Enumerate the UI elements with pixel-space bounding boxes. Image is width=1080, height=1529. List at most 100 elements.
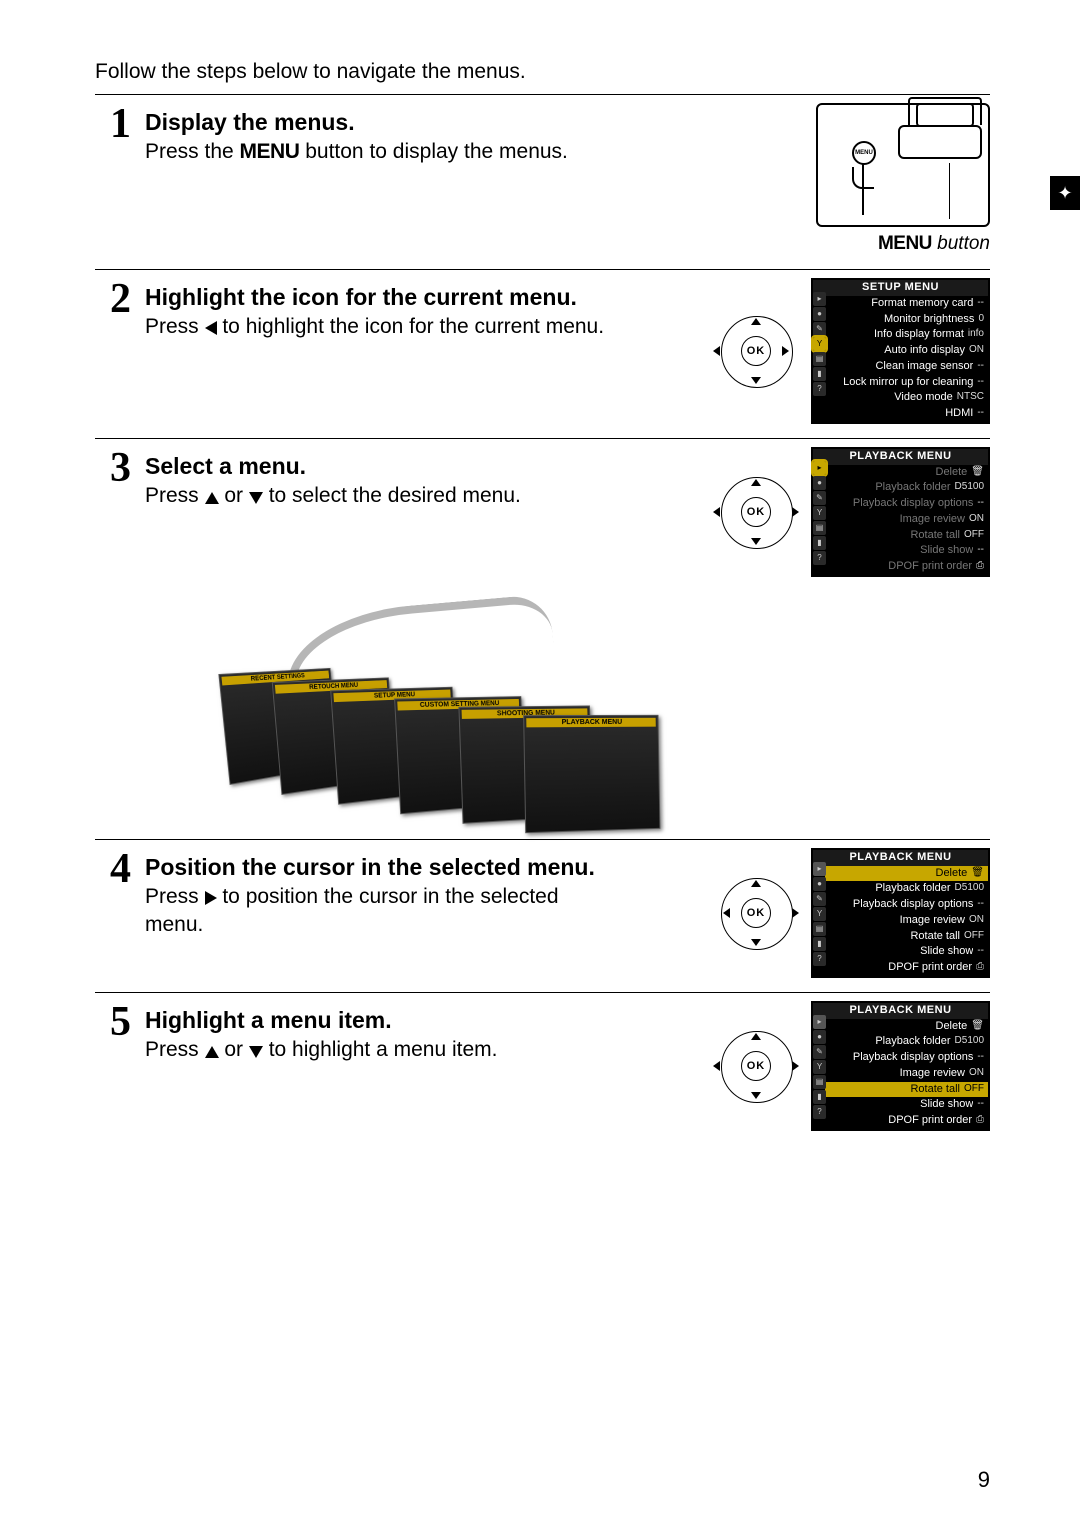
menu-row-label: Playback folder: [827, 882, 951, 896]
multi-selector-icon: OK: [721, 316, 791, 386]
menu-row-label: Slide show: [827, 544, 973, 558]
menu-row-label: DPOF print order: [827, 1114, 972, 1128]
menu-row: Info display formatinfo: [825, 327, 988, 343]
tab-setup-icon: Y: [813, 337, 826, 351]
camera-back-illustration: MENU: [816, 103, 990, 227]
step-1: 1 Display the menus. Press the MENU butt…: [95, 95, 990, 269]
menu-row-label: Auto info display: [827, 344, 965, 358]
menu-row-value: 🗑: [967, 1020, 984, 1034]
menu-row-label: Playback folder: [827, 1035, 951, 1049]
ok-button-icon: OK: [741, 497, 771, 527]
menu-row-value: NTSC: [953, 391, 984, 405]
menu-row: DPOF print order⎙: [825, 559, 988, 575]
menu-row: DPOF print order⎙: [825, 1113, 988, 1129]
menu-row-label: Delete: [827, 867, 967, 881]
menu-row: HDMI--: [825, 406, 988, 422]
menu-row-value: 0: [974, 313, 984, 327]
text: to select the desired menu.: [263, 484, 521, 507]
panel-title: PLAYBACK MENU: [526, 718, 656, 728]
menu-row: Delete🗑: [825, 465, 988, 481]
setup-menu-screen: SETUP MENU Format memory card--Monitor b…: [811, 278, 990, 424]
menu-row: Format memory card--: [825, 296, 988, 312]
menu-row-label: Rotate tall: [827, 1083, 960, 1097]
menu-row-label: DPOF print order: [827, 560, 972, 574]
menu-button-label: MENU: [240, 140, 300, 163]
down-arrow-icon: [249, 1046, 263, 1058]
tab-icon: ✎: [813, 1045, 826, 1059]
menu-row-label: Info display format: [827, 328, 964, 342]
step-3: 3 Select a menu. Press or to select the …: [95, 439, 990, 839]
menu-title: PLAYBACK MENU: [813, 1003, 988, 1019]
tab-icon: Y: [813, 506, 826, 520]
tab-icon: ?: [813, 382, 826, 396]
ok-button-icon: OK: [741, 336, 771, 366]
menu-button-label: MENU: [878, 233, 932, 254]
menu-row: Playback display options--: [825, 1050, 988, 1066]
step-number: 2: [95, 278, 131, 424]
menu-row-label: Delete: [827, 1020, 967, 1034]
menu-row-value: --: [973, 544, 984, 558]
menu-row: Auto info displayON: [825, 343, 988, 359]
tab-icon: ✎: [813, 491, 826, 505]
playback-menu-screen-highlight: PLAYBACK MENU Delete🗑Playback folderD510…: [811, 1001, 990, 1131]
camera-caption: MENU button: [730, 233, 990, 255]
menu-row: Slide show--: [825, 1097, 988, 1113]
menu-title: PLAYBACK MENU: [813, 850, 988, 866]
menu-row-value: --: [973, 497, 984, 511]
menu-row-value: OFF: [960, 1083, 984, 1097]
menu-row-value: ON: [965, 1067, 984, 1081]
tab-icon: ▮: [813, 367, 826, 381]
menu-row-label: Playback folder: [827, 481, 951, 495]
menu-row-value: --: [973, 360, 984, 374]
tab-icon: ▮: [813, 937, 826, 951]
text: button to display the menus.: [299, 140, 568, 163]
menu-row: Image reviewON: [825, 913, 988, 929]
menu-row: Playback folderD5100: [825, 480, 988, 496]
step-description: Press to highlight the icon for the curr…: [145, 313, 605, 341]
text: or: [219, 1038, 249, 1061]
menu-row-value: ON: [965, 914, 984, 928]
menu-row-value: info: [964, 328, 984, 342]
menu-row: Lock mirror up for cleaning--: [825, 375, 988, 391]
menu-row-label: Delete: [827, 466, 967, 480]
step-title: Highlight a menu item.: [145, 1007, 392, 1033]
menu-row: Playback folderD5100: [825, 1034, 988, 1050]
menu-row-label: Lock mirror up for cleaning: [827, 376, 973, 390]
step-number: 1: [95, 103, 131, 255]
playback-menu-screen-greyed: PLAYBACK MENU Delete🗑Playback folderD510…: [811, 447, 990, 577]
menu-row: Rotate tallOFF: [825, 929, 988, 945]
menu-row-value: --: [973, 407, 984, 421]
menu-row-value: ⎙: [972, 961, 984, 975]
text: Press: [145, 1038, 205, 1061]
menu-row-label: DPOF print order: [827, 961, 972, 975]
menu-row-value: 🗑: [967, 867, 984, 881]
menu-row: Playback folderD5100: [825, 881, 988, 897]
tab-icon: ▮: [813, 536, 826, 550]
step-4: 4 Position the cursor in the selected me…: [95, 840, 990, 992]
step-title: Position the cursor in the selected menu…: [145, 854, 595, 880]
multi-selector-icon: OK: [721, 878, 791, 948]
menu-row-value: 🗑: [967, 466, 984, 480]
menu-row: Delete🗑: [825, 1019, 988, 1035]
menu-row: Playback display options--: [825, 496, 988, 512]
down-arrow-icon: [249, 492, 263, 504]
menu-row-value: --: [973, 898, 984, 912]
tab-icon: Y: [813, 907, 826, 921]
step-number: 3: [95, 447, 131, 577]
step-description: Press the MENU button to display the men…: [145, 138, 605, 166]
multi-selector-icon: OK: [721, 477, 791, 547]
menu-row-value: D5100: [951, 882, 984, 896]
menu-row-label: Playback display options: [827, 1051, 973, 1065]
menu-row-label: Image review: [827, 513, 965, 527]
menu-row: Rotate tallOFF: [825, 528, 988, 544]
menu-row-label: Image review: [827, 1067, 965, 1081]
menu-row-value: --: [973, 1098, 984, 1112]
menu-row-label: Monitor brightness: [827, 313, 974, 327]
menu-row-value: D5100: [951, 481, 984, 495]
intro-text: Follow the steps below to navigate the m…: [95, 60, 990, 84]
menu-row-label: Rotate tall: [827, 529, 960, 543]
tab-icon: ▤: [813, 521, 826, 535]
text: Press: [145, 315, 205, 338]
tab-icon: ●: [813, 476, 826, 490]
text: to highlight a menu item.: [263, 1038, 498, 1061]
